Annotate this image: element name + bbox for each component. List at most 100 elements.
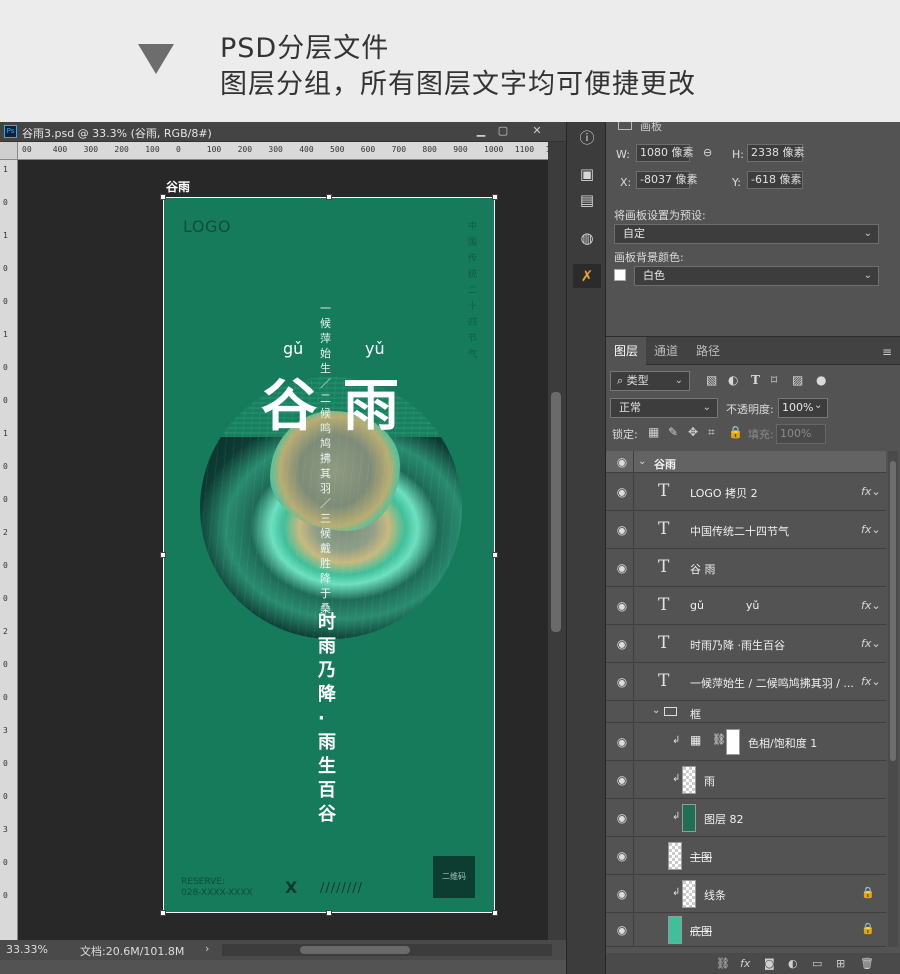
filter-type-value: 类型 [626,374,649,387]
transform-handle[interactable] [326,910,332,916]
eye-icon[interactable]: ◉ [614,599,630,613]
artboard-label[interactable]: 谷雨 [166,178,190,195]
zoom-level[interactable]: 33.33% [6,943,48,956]
status-bar: 33.33% 文档:20.6M/101.8M › [0,940,566,960]
chevron-down-icon[interactable]: ⌄ [652,705,660,716]
tab-layers[interactable]: 图层 [606,337,647,365]
chevron-right-icon[interactable]: › [205,942,209,955]
layers-scrollbar[interactable] [888,451,898,947]
horizontal-scroll-thumb[interactable] [300,946,410,954]
layer-row[interactable]: ◉ T 时雨乃降 ·雨生百谷 fx⌄ [606,625,886,663]
width-field[interactable]: 1080 像素 [636,144,694,162]
layer-row-group[interactable]: ◉ ⌄ 谷雨 [606,451,886,473]
height-field[interactable]: 2338 像素 [747,144,805,162]
lock-image-icon[interactable]: ✎ [668,425,678,439]
lock-artboard-icon[interactable]: ⌗ [708,425,715,440]
layer-row[interactable]: ◉ ↲ ▦ ⛓ 色相/饱和度 1 [606,723,886,761]
vertical-scrollbar[interactable] [548,142,566,940]
new-layer-icon[interactable]: ⊞ [836,957,845,970]
link-layers-icon[interactable]: ⛓ [716,957,730,970]
bg-color-select[interactable]: 白色 ⌄ [634,266,879,286]
3d-panel-icon[interactable]: ◍ [573,226,601,250]
transform-handle[interactable] [326,194,332,200]
eye-icon[interactable]: ◉ [614,455,630,469]
lock-transparent-icon[interactable]: ▦ [648,425,659,439]
eye-icon[interactable]: ◉ [614,675,630,689]
transform-handle[interactable] [160,194,166,200]
smart-object-filter-icon[interactable]: ▨ [792,373,803,387]
vertical-ruler[interactable]: 1 0 1 0 0 1 0 0 1 0 0 2 0 0 2 0 0 3 0 0 3 0 0 [0,160,18,940]
layer-row[interactable]: ◉ T 谷 雨 [606,549,886,587]
document-tab[interactable]: Ps 谷雨3.psd @ 33.3% (谷雨, RGB/8#) ▁ ▢ ✕ [0,122,566,142]
blend-mode-select[interactable]: 正常 ⌄ [610,398,718,418]
layer-row[interactable]: ◉ 底图 🔒 [606,913,886,947]
transform-handle[interactable] [492,194,498,200]
layer-row[interactable]: ◉ ↲ 雨 [606,761,886,799]
eye-icon[interactable]: ◉ [614,523,630,537]
fx-icon[interactable]: fx⌄ [861,485,881,498]
eye-icon[interactable]: ◉ [614,811,630,825]
eye-icon[interactable]: ◉ [614,849,630,863]
pixel-filter-icon[interactable]: ▧ [706,373,717,387]
layer-row-subgroup[interactable]: ⌄ 框 [606,701,886,723]
fx-icon[interactable]: fx⌄ [861,523,881,536]
new-group-icon[interactable]: ▭ [812,957,822,970]
chevron-down-icon[interactable]: ⌄ [638,456,646,467]
fill-field[interactable]: 100% [776,424,826,444]
vertical-scroll-thumb[interactable] [551,392,561,632]
preset-select[interactable]: 自定 ⌄ [614,224,879,244]
fx-icon[interactable]: fx⌄ [861,599,881,612]
artboard-panel-icon[interactable]: ▣ [573,162,601,186]
add-mask-icon[interactable]: ◙ [764,957,775,970]
transform-handle[interactable] [160,910,166,916]
shape-filter-icon[interactable]: ⌑ [771,373,777,387]
text-filter-icon[interactable]: T [751,373,760,387]
maximize-button[interactable]: ▢ [488,123,518,139]
lock-all-icon[interactable]: 🔒 [728,425,743,439]
fx-icon[interactable]: fx⌄ [861,637,881,650]
fx-icon[interactable]: fx⌄ [861,675,881,688]
panel-menu-icon[interactable]: ≡ [882,345,892,359]
transform-handle[interactable] [492,910,498,916]
filter-toggle-icon[interactable]: ● [816,373,826,387]
layer-row[interactable]: ◉ ↲ 线条 🔒 [606,875,886,913]
link-icon[interactable]: ⊖ [703,146,712,159]
eye-icon[interactable]: ◉ [614,637,630,651]
transform-handle[interactable] [492,552,498,558]
trash-icon[interactable]: 🗑 [860,957,874,970]
layer-row[interactable]: ◉ ↲ 图层 82 [606,799,886,837]
eye-icon[interactable]: ◉ [614,887,630,901]
layer-row[interactable]: ◉ T 一候萍始生 / 二候鸣鸠拂其羽 / ... fx⌄ [606,663,886,701]
eye-icon[interactable]: ◉ [614,923,630,937]
bg-color-swatch[interactable] [614,269,626,281]
eye-icon[interactable]: ◉ [614,485,630,499]
layer-mask-thumb[interactable] [726,729,740,755]
ruler-corner[interactable] [0,142,18,160]
y-field[interactable]: -618 像素 [747,171,803,189]
layer-row[interactable]: ◉ T 中国传统二十四节气 fx⌄ [606,511,886,549]
eye-icon[interactable]: ◉ [614,735,630,749]
chevron-down-icon: ⌄ [863,270,872,281]
lock-position-icon[interactable]: ✥ [688,425,698,439]
eye-icon[interactable]: ◉ [614,561,630,575]
close-icon[interactable]: ✕ [522,123,552,139]
document-panel-icon[interactable]: ▤ [573,188,601,212]
x-field[interactable]: -8037 像素 [636,171,697,189]
layer-row[interactable]: ◉ T gǔ yǔ fx⌄ [606,587,886,625]
brush-tools-icon[interactable]: ✗ [573,264,601,288]
info-icon[interactable]: ⓘ [573,126,601,150]
layers-scroll-thumb[interactable] [890,461,896,761]
filter-type-select[interactable]: ⌕ 类型 ⌄ [610,371,690,391]
layer-row[interactable]: ◉ 主图 [606,837,886,875]
adjustment-filter-icon[interactable]: ◐ [728,373,738,387]
layer-row[interactable]: ◉ T LOGO 拷贝 2 fx⌄ [606,473,886,511]
eye-icon[interactable]: ◉ [614,773,630,787]
horizontal-scrollbar[interactable] [222,944,552,956]
tab-paths[interactable]: 路径 [688,337,728,365]
tab-channels[interactable]: 通道 [646,337,686,365]
adjustment-layer-icon[interactable]: ◐ [788,957,798,970]
transform-handle[interactable] [160,552,166,558]
horizontal-ruler[interactable]: 00 400 300 200 100 0 100 200 300 400 500 600 700 800 9… [18,142,548,160]
chevron-down-icon[interactable]: ⌄ [814,400,822,411]
fx-icon[interactable]: fx [740,957,750,970]
